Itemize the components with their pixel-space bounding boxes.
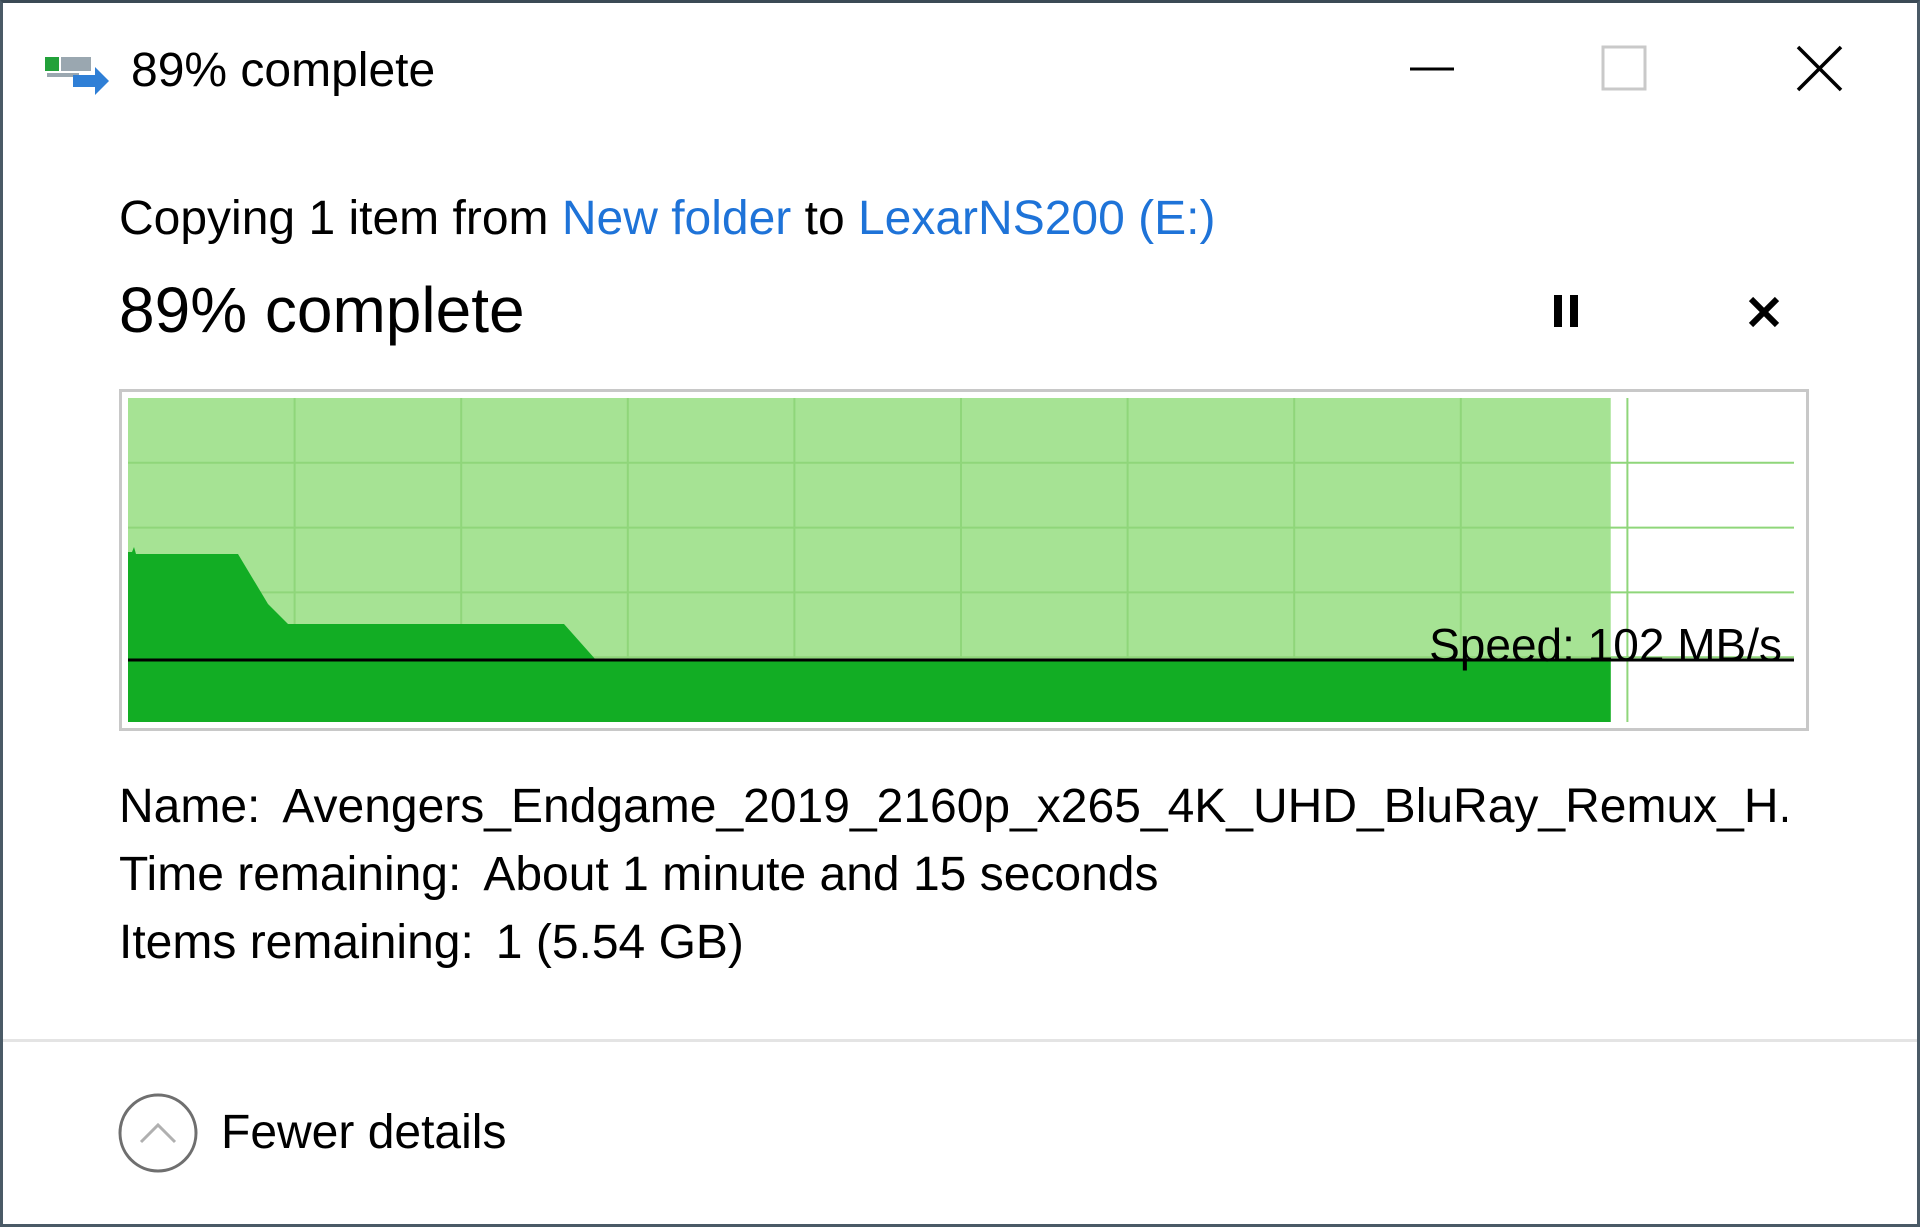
title-bar[interactable]: 89% complete [3,3,1917,139]
transfer-speed-graph: Speed: 102 MB/s [119,389,1809,731]
maximize-icon [1601,45,1647,91]
file-copy-icon [43,53,111,97]
copy-prefix: Copying 1 item from [119,192,562,245]
current-speed-band [128,660,1611,722]
pause-button[interactable] [1529,275,1609,355]
copy-description: Copying 1 item from New folder to LexarN… [119,189,1215,249]
items-remaining-value: 1 (5.54 GB) [495,916,744,969]
cancel-copy-button[interactable] [1727,275,1807,355]
pause-icon [1554,295,1578,327]
detail-row-items: Items remaining: 1 (5.54 GB) [119,909,1787,977]
copy-progress-dialog: 89% complete Copying 1 item from New fol… [0,0,1920,1227]
time-remaining-label: Time remaining: [119,848,462,901]
minimize-icon [1410,67,1454,71]
file-name-value: Avengers_Endgame_2019_2160p_x265_4K_UHD_… [282,780,1788,833]
detail-row-name: Name: Avengers_Endgame_2019_2160p_x265_4K… [119,773,1787,841]
minimize-button[interactable] [1336,3,1526,133]
detail-row-time: Time remaining: About 1 minute and 15 sec… [119,841,1787,909]
copy-middle: to [791,192,858,245]
maximize-button[interactable] [1526,3,1716,133]
fewer-details-button[interactable]: Fewer details [117,1092,537,1180]
copy-details: Name: Avengers_Endgame_2019_2160p_x265_4K… [119,773,1787,977]
close-icon [1796,45,1843,92]
source-folder-link[interactable]: New folder [562,192,791,245]
close-button[interactable] [1726,3,1916,133]
destination-drive-link[interactable]: LexarNS200 (E:) [858,192,1216,245]
items-remaining-label: Items remaining: [119,916,474,969]
dialog-footer: Fewer details [3,1042,1917,1224]
speed-readout: Speed: 102 MB/s [1429,619,1782,671]
chevron-up-circle-icon [118,1093,198,1173]
window-title: 89% complete [131,44,436,97]
fewer-details-label: Fewer details [221,1106,507,1159]
percent-complete-heading: 89% complete [119,274,525,346]
name-label: Name: [119,780,261,833]
speed-graph-canvas [128,398,1794,722]
time-remaining-value: About 1 minute and 15 seconds [483,848,1159,901]
cancel-icon [1748,296,1780,328]
